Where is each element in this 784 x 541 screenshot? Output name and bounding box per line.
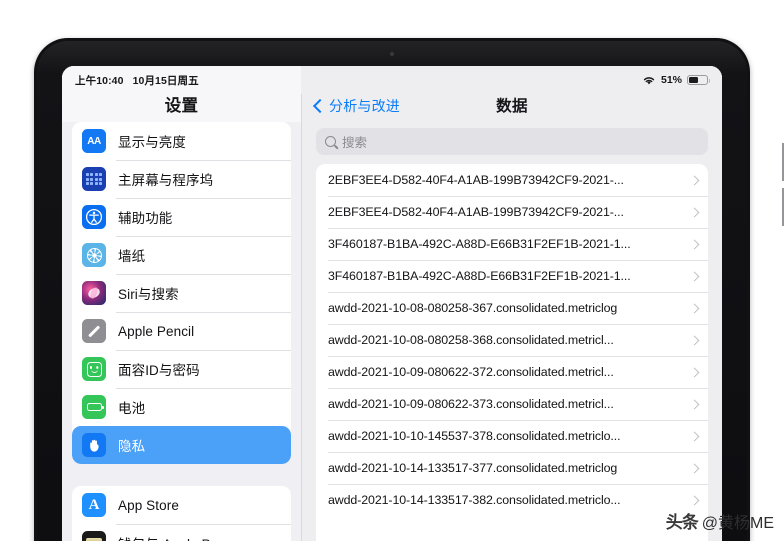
chevron-right-icon [690, 207, 700, 217]
sidebar-item-label: Siri与搜索 [118, 283, 179, 303]
list-item-label: awdd-2021-10-10-145537-378.consolidated.… [328, 429, 685, 443]
wallet-apple-pay-icon [82, 531, 106, 541]
data-list[interactable]: 2EBF3EE4-D582-40F4-A1AB-199B73942CF9-202… [316, 164, 708, 541]
sidebar-group: AA 显示与亮度主屏幕与程序坞辅助功能墙纸 Siri与搜索 Apple Pencil 面… [72, 122, 291, 464]
search-bar-container: 搜索 [302, 122, 722, 164]
list-item[interactable]: awdd-2021-10-08-080258-368.consolidated.… [316, 324, 708, 356]
chevron-right-icon [690, 495, 700, 505]
sidebar-item-1[interactable]: 主屏幕与程序坞 [72, 160, 291, 198]
face-id-icon [82, 357, 106, 381]
chevron-right-icon [690, 271, 700, 281]
list-item[interactable]: 3F460187-B1BA-492C-A88D-E66B31F2EF1B-202… [316, 260, 708, 292]
chevron-right-icon [690, 175, 700, 185]
sidebar-item-label: 显示与亮度 [118, 131, 186, 151]
data-detail-pane: 分析与改进 数据 搜索 2EBF3EE4-D582-40F4-A1AB-199B… [302, 66, 722, 541]
chevron-right-icon [690, 367, 700, 377]
sidebar-item-0[interactable]: AA 显示与亮度 [72, 122, 291, 160]
list-item[interactable]: awdd-2021-10-09-080622-373.consolidated.… [316, 388, 708, 420]
battery-icon [82, 395, 106, 419]
sidebar-group: A App Store 钱包与 Apple Pay [72, 486, 291, 541]
display-brightness-icon: AA [82, 129, 106, 153]
sidebar-item-4[interactable]: Siri与搜索 [72, 274, 291, 312]
list-item-label: 3F460187-B1BA-492C-A88D-E66B31F2EF1B-202… [328, 237, 685, 251]
sidebar-item-6[interactable]: 面容ID与密码 [72, 350, 291, 388]
chevron-right-icon [690, 303, 700, 313]
list-item-label: awdd-2021-10-09-080622-373.consolidated.… [328, 397, 685, 411]
siri-search-icon [82, 281, 106, 305]
chevron-right-icon [690, 239, 700, 249]
list-item-label: awdd-2021-10-14-133517-377.consolidated.… [328, 461, 685, 475]
list-item[interactable]: 2EBF3EE4-D582-40F4-A1AB-199B73942CF9-202… [316, 196, 708, 228]
sidebar-item-label: 辅助功能 [118, 207, 172, 227]
sidebar-item-label: 墙纸 [118, 245, 145, 265]
app-store-icon: A [82, 493, 106, 517]
list-item-label: awdd-2021-10-08-080258-368.consolidated.… [328, 333, 685, 347]
sidebar-item-2[interactable]: 辅助功能 [72, 198, 291, 236]
sidebar-scroll-area[interactable]: AA 显示与亮度主屏幕与程序坞辅助功能墙纸 Siri与搜索 Apple Pencil 面… [62, 122, 301, 541]
list-item-label: 2EBF3EE4-D582-40F4-A1AB-199B73942CF9-202… [328, 205, 685, 219]
sidebar-item-label: 隐私 [118, 435, 145, 455]
list-item[interactable]: awdd-2021-10-09-080622-372.consolidated.… [316, 356, 708, 388]
chevron-right-icon [690, 335, 700, 345]
split-view: 设置 AA 显示与亮度主屏幕与程序坞辅助功能墙纸 Siri与搜索 Apple Penc… [62, 66, 722, 541]
list-item-label: awdd-2021-10-14-133517-382.consolidated.… [328, 493, 685, 507]
list-item[interactable]: 2EBF3EE4-D582-40F4-A1AB-199B73942CF9-202… [316, 164, 708, 196]
ipad-screen: 上午10:40 10月15日周五 51% [62, 66, 722, 541]
settings-sidebar: 设置 AA 显示与亮度主屏幕与程序坞辅助功能墙纸 Siri与搜索 Apple Penc… [62, 66, 302, 541]
privacy-hand-icon [82, 433, 106, 457]
sidebar-item-label: 钱包与 Apple Pay [118, 533, 225, 541]
home-screen-dock-icon [82, 167, 106, 191]
page-title: 设置 [165, 92, 199, 116]
navigation-header: 分析与改进 数据 [302, 66, 722, 122]
screenshot-root: 上午10:40 10月15日周五 51% [0, 0, 784, 541]
chevron-right-icon [690, 399, 700, 409]
sidebar-item-label: App Store [118, 498, 179, 513]
list-item-label: awdd-2021-10-09-080622-372.consolidated.… [328, 365, 685, 379]
sidebar-item-5[interactable]: Apple Pencil [72, 312, 291, 350]
apple-pencil-icon [82, 319, 106, 343]
sidebar-item-8[interactable]: 隐私 [72, 426, 291, 464]
list-item[interactable]: awdd-2021-10-14-133517-377.consolidated.… [316, 452, 708, 484]
chevron-right-icon [690, 463, 700, 473]
back-button-label: 分析与改进 [329, 96, 400, 116]
search-input[interactable]: 搜索 [316, 128, 708, 155]
list-item[interactable]: awdd-2021-10-14-133517-382.consolidated.… [316, 484, 708, 516]
sidebar-item-0[interactable]: A App Store [72, 486, 291, 524]
list-item[interactable]: awdd-2021-10-10-145537-378.consolidated.… [316, 420, 708, 452]
sidebar-item-label: 主屏幕与程序坞 [118, 169, 213, 189]
list-item-label: 3F460187-B1BA-492C-A88D-E66B31F2EF1B-202… [328, 269, 685, 283]
sidebar-header: 设置 [62, 66, 301, 122]
chevron-left-icon [313, 98, 327, 112]
sidebar-item-label: Apple Pencil [118, 324, 194, 339]
sidebar-item-7[interactable]: 电池 [72, 388, 291, 426]
sidebar-item-label: 电池 [118, 397, 145, 417]
sidebar-item-label: 面容ID与密码 [118, 359, 200, 379]
search-icon [325, 136, 336, 147]
list-item[interactable]: awdd-2021-10-08-080258-367.consolidated.… [316, 292, 708, 324]
front-camera-icon [390, 52, 394, 56]
sidebar-item-1[interactable]: 钱包与 Apple Pay [72, 524, 291, 541]
ipad-device-frame: 上午10:40 10月15日周五 51% [34, 38, 750, 541]
back-button[interactable]: 分析与改进 [315, 96, 400, 116]
list-item-label: awdd-2021-10-08-080258-367.consolidated.… [328, 301, 685, 315]
list-item-label: 2EBF3EE4-D582-40F4-A1AB-199B73942CF9-202… [328, 173, 685, 187]
wallpaper-icon [82, 243, 106, 267]
list-item[interactable]: 3F460187-B1BA-492C-A88D-E66B31F2EF1B-202… [316, 228, 708, 260]
search-placeholder: 搜索 [342, 132, 367, 151]
sidebar-item-3[interactable]: 墙纸 [72, 236, 291, 274]
chevron-right-icon [690, 431, 700, 441]
accessibility-icon [82, 205, 106, 229]
